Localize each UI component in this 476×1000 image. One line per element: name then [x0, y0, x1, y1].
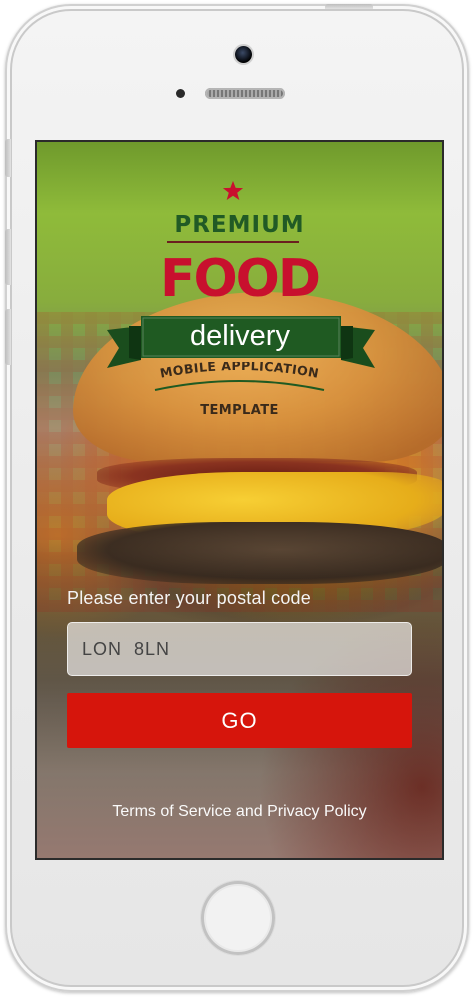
- logo-subtitle-line2: TEMPLATE: [200, 403, 279, 418]
- postal-code-input[interactable]: [67, 622, 412, 676]
- terms-privacy-link[interactable]: Terms of Service and Privacy Policy: [37, 803, 442, 821]
- front-camera: [235, 46, 252, 63]
- go-button[interactable]: GO: [67, 693, 412, 748]
- proximity-sensor: [176, 89, 185, 98]
- logo-premium: PREMIUM: [174, 212, 305, 238]
- svg-text:MOBILE APPLICATION: MOBILE APPLICATION: [159, 362, 321, 381]
- star-icon: [222, 180, 244, 200]
- logo-delivery: delivery: [190, 320, 290, 352]
- app-logo: PREMIUM FOOD delivery MOBILE APPLICATION…: [37, 142, 442, 432]
- volume-down-button: [5, 309, 11, 365]
- earpiece-speaker: [205, 88, 285, 99]
- logo-divider: [167, 241, 299, 243]
- power-button: [325, 4, 373, 9]
- logo-subtitle-line1: MOBILE APPLICATION: [159, 362, 320, 381]
- mute-switch: [5, 139, 11, 177]
- app-screen: PREMIUM FOOD delivery MOBILE APPLICATION…: [37, 142, 442, 858]
- home-button[interactable]: [201, 881, 275, 955]
- logo-food: FOOD: [159, 249, 321, 309]
- postal-code-prompt: Please enter your postal code: [67, 588, 311, 608]
- volume-up-button: [5, 229, 11, 285]
- logo-subtitle: MOBILE APPLICATION TEMPLATE: [154, 362, 325, 418]
